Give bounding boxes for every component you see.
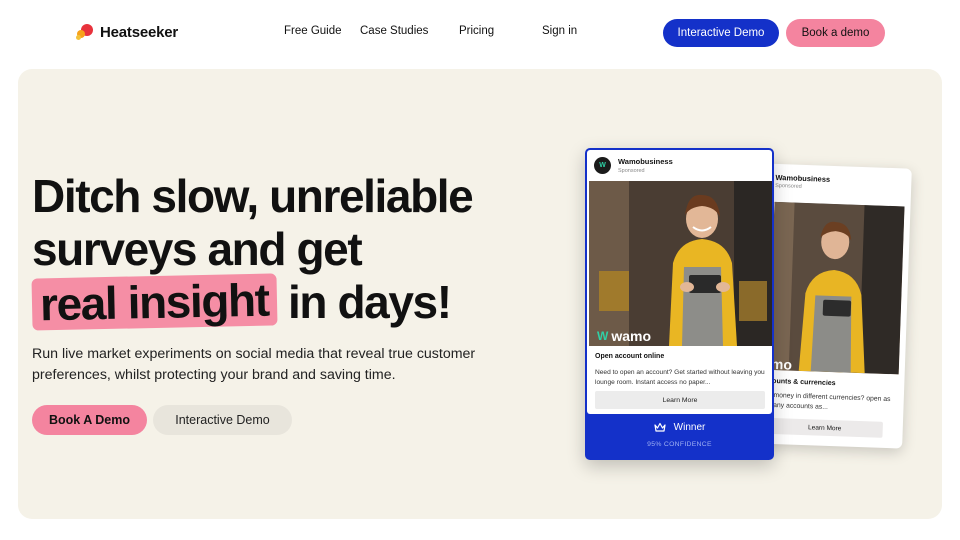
crown-icon: [654, 422, 666, 432]
ad-brand-overlay: W wamo: [597, 328, 651, 344]
ad-account-name: Wamobusiness: [618, 157, 673, 166]
hero-book-demo-button[interactable]: Book A Demo: [32, 405, 147, 435]
ad-card-winner: W Wamobusiness Sponsored W wamo Open acc…: [585, 148, 774, 460]
headline-line-3-rest: in days!: [287, 276, 452, 328]
confidence-label: 95% CONFIDENCE: [647, 441, 712, 448]
headline-line-3: real insight in days!: [31, 273, 472, 331]
ad-sponsored-label: Sponsored: [775, 182, 802, 190]
ad-account-name: Wamobusiness: [775, 172, 831, 184]
headline-highlight: real insight: [31, 273, 278, 331]
interactive-demo-button[interactable]: Interactive Demo: [663, 19, 779, 47]
heatseeker-logo-icon: [76, 22, 94, 42]
book-demo-button[interactable]: Book a demo: [786, 19, 885, 47]
nav-link-case-studies[interactable]: Case Studies: [360, 25, 428, 37]
logo[interactable]: Heatseeker: [76, 22, 178, 42]
logo-text: Heatseeker: [100, 23, 179, 41]
wamo-w-icon: W: [599, 162, 606, 169]
ad-learn-more-button[interactable]: Learn More: [766, 417, 883, 438]
ad-body: Need to open an account? Get started wit…: [595, 369, 765, 386]
ad-photo: [768, 201, 905, 375]
headline-line-2: surveys and get: [32, 223, 363, 275]
winner-text: Winner: [673, 422, 706, 433]
ad-account-avatar: W: [594, 157, 611, 174]
ad-card-variant-b: Wamobusiness Sponsored mo counts & curre…: [752, 163, 912, 449]
winner-label: Winner: [585, 422, 774, 433]
ad-card-body: W Wamobusiness Sponsored W wamo Open acc…: [587, 150, 772, 414]
hero-interactive-demo-button[interactable]: Interactive Demo: [153, 405, 292, 435]
top-nav: Heatseeker Free Guide Case Studies Prici…: [0, 0, 960, 66]
wamo-logo-icon: W: [597, 329, 609, 343]
woman-with-tablet-image: [768, 201, 905, 375]
ad-brand-overlay-text: wamo: [611, 328, 652, 344]
hero-headline: Ditch slow, unreliable surveys and get r…: [31, 170, 474, 331]
hero-subtext: Run live market experiments on social me…: [32, 346, 476, 383]
nav-link-sign-in[interactable]: Sign in: [542, 25, 577, 37]
ad-body: d money in different currencies? open as…: [767, 391, 891, 411]
nav-link-free-guide[interactable]: Free Guide: [284, 25, 342, 37]
ad-title: counts & currencies: [768, 377, 836, 388]
headline-line-1: Ditch slow, unreliable: [32, 170, 474, 222]
ad-learn-more-button[interactable]: Learn More: [595, 391, 765, 409]
ad-card-header: Wamobusiness Sponsored: [761, 163, 912, 206]
ad-title: Open account online: [595, 353, 665, 360]
ad-sponsored-label: Sponsored: [618, 168, 645, 174]
ad-photo: [589, 181, 772, 346]
woman-with-tablet-image: [589, 181, 772, 346]
nav-link-pricing[interactable]: Pricing: [459, 25, 494, 37]
